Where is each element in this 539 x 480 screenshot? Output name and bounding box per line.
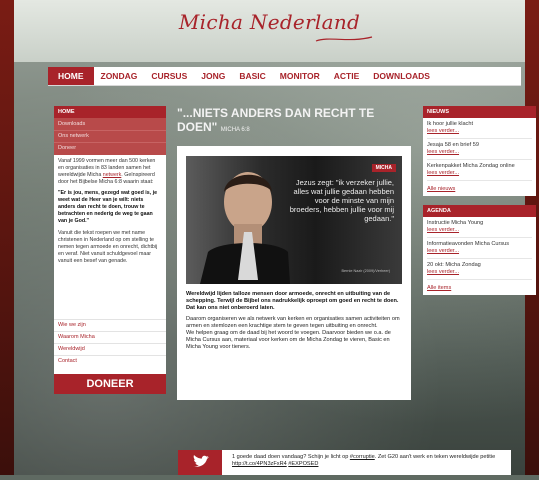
nav-monitor[interactable]: MONITOR (273, 67, 327, 85)
nav-home[interactable]: HOME (48, 67, 94, 85)
left-edge-strip (0, 0, 14, 475)
all-agenda-link[interactable]: Alle items (423, 280, 536, 295)
hashtag-link[interactable]: #corruptie (350, 454, 375, 460)
news-item: Jesaja 58 en brief 59 lees verder... (423, 139, 536, 156)
link-waarom-micha[interactable]: Waarom Micha (54, 331, 166, 343)
main-nav: HOME ZONDAG CURSUS JONG BASIC MONITOR AC… (48, 67, 521, 86)
agenda-title: Instructie Micha Young (427, 220, 484, 226)
sidebar-menu: Downloads Ons netwerk Doneer (54, 118, 166, 155)
tweet-text: 1 goede daad doen vandaag? Schijn je lic… (232, 454, 507, 468)
page-title-reference: MICHA 6:8 (220, 127, 250, 133)
left-sidebar: HOME Downloads Ons netwerk Doneer Vanaf … (54, 106, 166, 394)
news-header: NIEUWS (423, 106, 536, 118)
news-title: Ik hoor jullie klacht (427, 121, 474, 127)
sidebar-header: HOME (54, 106, 166, 118)
intro-bold-text: Wereldwijd lijden talloze mensen door ar… (186, 291, 399, 311)
agenda-title: 20 okt: Micha Zondag (427, 262, 481, 268)
tweet-body: 1 goede daad doen vandaag? Schijn je lic… (232, 454, 350, 460)
netwerk-link[interactable]: netwerk (103, 172, 122, 178)
news-box: NIEUWS Ik hoor jullie klacht lees verder… (423, 106, 536, 196)
news-item: Ik hoor jullie klacht lees verder... (423, 118, 536, 135)
agenda-read-more[interactable]: lees verder... (427, 269, 459, 275)
header: Micha Nederland (14, 0, 525, 62)
page-title: "...NIETS ANDERS DAN RECHT TE DOEN" MICH… (177, 106, 417, 137)
sidebar-item-doneer[interactable]: Doneer (54, 143, 166, 154)
link-wereldwijd[interactable]: Wereldwijd (54, 343, 166, 355)
hero-quote: Jezus zegt: "ik verzeker jullie, alles w… (289, 178, 394, 223)
twitter-bird-icon[interactable] (178, 450, 222, 475)
logo-swash-icon (315, 36, 373, 42)
agenda-item: Instructie Micha Young lees verder... (423, 217, 536, 234)
news-read-more[interactable]: lees verder... (427, 170, 459, 176)
sidebar-text: Vanuit die tekst roepen we met name chri… (58, 230, 158, 264)
news-title: Jesaja 58 en brief 59 (427, 142, 479, 148)
news-title: Kerkenpakket Micha Zondag online (427, 163, 515, 169)
sidebar-intro: Vanaf 1999 vormen meer dan 500 kerken en… (54, 155, 166, 186)
nav-zondag[interactable]: ZONDAG (94, 67, 145, 85)
link-wie-we-zijn[interactable]: Wie we zijn (54, 319, 166, 331)
agenda-read-more[interactable]: lees verder... (427, 248, 459, 254)
nav-actie[interactable]: ACTIE (327, 67, 367, 85)
hero-quote-source: Bernie Nazir (2009)/Verheer) (341, 269, 390, 273)
right-sidebar: NIEUWS Ik hoor jullie klacht lees verder… (423, 106, 536, 295)
nav-downloads[interactable]: DOWNLOADS (366, 67, 437, 85)
twitter-bird-svg (193, 455, 209, 467)
agenda-title: Informatieavonden Micha Cursus (427, 241, 510, 247)
agenda-item: 20 okt: Micha Zondag lees verder... (423, 259, 536, 276)
news-read-more[interactable]: lees verder... (427, 149, 459, 155)
agenda-read-more[interactable]: lees verder... (427, 227, 459, 233)
twitter-feed: 1 goede daad doen vandaag? Schijn je lic… (178, 450, 511, 475)
sidebar-links: Wie we zijn Waarom Micha Wereldwijd Cont… (54, 319, 166, 367)
all-news-link[interactable]: Alle nieuws (423, 181, 536, 196)
agenda-item: Informatieavonden Micha Cursus lees verd… (423, 238, 536, 255)
intro-body-text: Daarom organiseren we als netwerk van ke… (186, 316, 400, 350)
sidebar-quote: "Er is jou, mens, gezegd wat goed is, je… (58, 190, 158, 224)
person-silhouette-icon (200, 172, 290, 284)
nav-cursus[interactable]: CURSUS (144, 67, 194, 85)
news-read-more[interactable]: lees verder... (427, 128, 459, 134)
agenda-header: AGENDA (423, 205, 536, 217)
sidebar-item-downloads[interactable]: Downloads (54, 119, 166, 131)
main-content: MICHA Jezus zegt: "ik verzeker jullie, a… (177, 146, 411, 400)
nav-basic[interactable]: BASIC (232, 67, 272, 85)
micha-badge: MICHA (371, 164, 396, 172)
doneer-button[interactable]: DONEER (54, 374, 166, 394)
nav-jong[interactable]: JONG (194, 67, 232, 85)
hashtag-link[interactable]: #EXPOSED (288, 461, 318, 467)
sidebar-item-ons-netwerk[interactable]: Ons netwerk (54, 131, 166, 143)
hero-photo: MICHA Jezus zegt: "ik verzeker jullie, a… (186, 156, 402, 284)
tweet-middle: . Zet G20 aan't werk en teken wereldwijd… (374, 454, 496, 460)
link-contact[interactable]: Contact (54, 355, 166, 367)
site-logo[interactable]: Micha Nederland (14, 10, 525, 34)
tweet-url-link[interactable]: http://t.co/4PN3zFxR4 (232, 461, 287, 467)
page-title-text: "...NIETS ANDERS DAN RECHT TE DOEN" (177, 106, 375, 134)
agenda-box: AGENDA Instructie Micha Young lees verde… (423, 205, 536, 295)
news-item: Kerkenpakket Micha Zondag online lees ve… (423, 160, 536, 177)
